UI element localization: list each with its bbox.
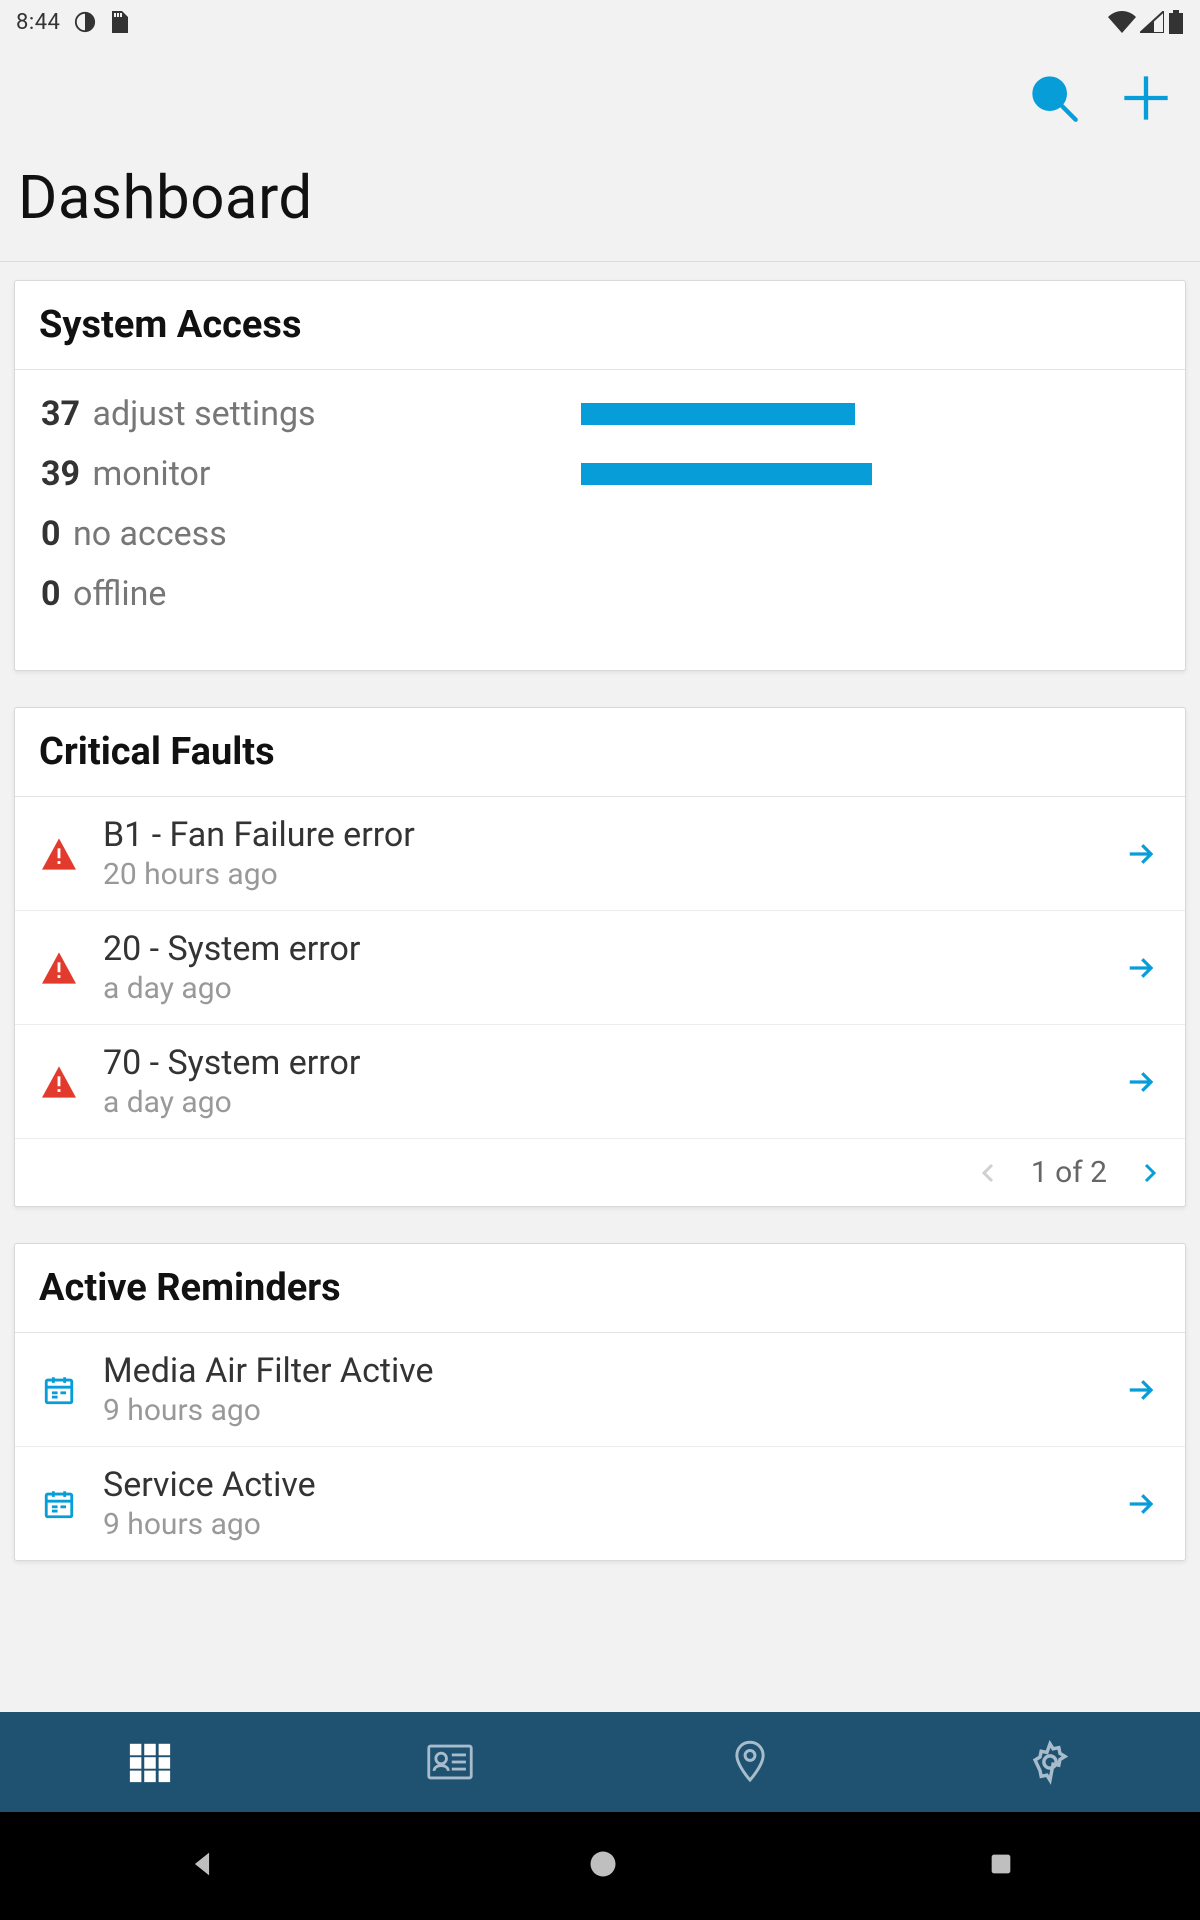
system-access-label: 37 adjust settings	[41, 394, 581, 434]
system-access-label: 39 monitor	[41, 454, 581, 494]
nav-back-icon[interactable]	[185, 1847, 219, 1885]
bottom-tab-bar	[0, 1712, 1200, 1812]
content-scroll: System Access 37 adjust settings 39 monit…	[0, 262, 1200, 1712]
system-access-row: 0 offline	[41, 574, 1159, 614]
list-item-sub: 9 hours ago	[103, 1393, 1097, 1428]
warning-icon	[42, 838, 76, 870]
system-access-label: 0 no access	[41, 514, 581, 554]
tab-contacts[interactable]	[300, 1712, 600, 1812]
list-item-open[interactable]	[1121, 839, 1161, 869]
list-item-title: Service Active	[103, 1465, 1097, 1505]
tab-dashboard[interactable]	[0, 1712, 300, 1812]
active-reminders-header: Active Reminders	[15, 1244, 1185, 1333]
list-item[interactable]: Service Active9 hours ago	[15, 1446, 1185, 1560]
list-item-sub: a day ago	[103, 971, 1097, 1006]
critical-faults-card: Critical Faults B1 - Fan Failure error20…	[14, 707, 1186, 1207]
wifi-icon	[1108, 11, 1136, 33]
critical-faults-pager: 1 of 2	[15, 1138, 1185, 1206]
system-access-header: System Access	[15, 281, 1185, 370]
data-saver-icon	[74, 11, 96, 33]
system-access-bar	[581, 463, 872, 485]
system-access-bar-track	[581, 583, 1141, 605]
cell-signal-icon	[1140, 11, 1164, 33]
tab-location[interactable]	[600, 1712, 900, 1812]
active-reminders-card: Active Reminders Media Air Filter Active…	[14, 1243, 1186, 1561]
warning-icon	[42, 952, 76, 984]
list-item-title: B1 - Fan Failure error	[103, 815, 1097, 855]
system-access-row: 37 adjust settings	[41, 394, 1159, 434]
battery-icon	[1168, 10, 1184, 34]
status-time: 8:44	[16, 10, 60, 35]
arrow-right-icon	[1123, 1067, 1159, 1097]
search-icon[interactable]	[1028, 72, 1080, 128]
pager-next-icon[interactable]	[1137, 1159, 1161, 1187]
list-item[interactable]: 70 - System errora day ago	[15, 1024, 1185, 1138]
list-item[interactable]: B1 - Fan Failure error20 hours ago	[15, 797, 1185, 910]
grid-icon	[127, 1739, 173, 1785]
pager-label: 1 of 2	[1031, 1155, 1107, 1190]
location-pin-icon	[727, 1739, 773, 1785]
critical-faults-header: Critical Faults	[15, 708, 1185, 797]
system-access-row: 0 no access	[41, 514, 1159, 554]
system-access-card: System Access 37 adjust settings 39 monit…	[14, 280, 1186, 671]
system-access-bar-track	[581, 523, 1141, 545]
pager-prev-icon	[977, 1159, 1001, 1187]
list-item-sub: 9 hours ago	[103, 1507, 1097, 1542]
nav-recent-icon[interactable]	[987, 1850, 1015, 1882]
list-item-open[interactable]	[1121, 953, 1161, 983]
calendar-icon	[42, 1373, 76, 1407]
sd-card-icon	[110, 11, 128, 33]
calendar-icon	[42, 1487, 76, 1521]
system-access-label: 0 offline	[41, 574, 581, 614]
list-item[interactable]: Media Air Filter Active9 hours ago	[15, 1333, 1185, 1446]
add-icon[interactable]	[1120, 72, 1172, 128]
arrow-right-icon	[1123, 953, 1159, 983]
list-item-open[interactable]	[1121, 1067, 1161, 1097]
nav-home-icon[interactable]	[588, 1849, 618, 1883]
app-bar: Dashboard	[0, 44, 1200, 262]
list-item-open[interactable]	[1121, 1489, 1161, 1519]
list-item-sub: 20 hours ago	[103, 857, 1097, 892]
system-access-bar	[581, 403, 855, 425]
list-item-open[interactable]	[1121, 1375, 1161, 1405]
status-bar: 8:44	[0, 0, 1200, 44]
tab-settings[interactable]	[900, 1712, 1200, 1812]
arrow-right-icon	[1123, 1489, 1159, 1519]
list-item[interactable]: 20 - System errora day ago	[15, 910, 1185, 1024]
system-access-bar-track	[581, 463, 1141, 485]
list-item-title: Media Air Filter Active	[103, 1351, 1097, 1391]
arrow-right-icon	[1123, 839, 1159, 869]
android-nav-bar	[0, 1812, 1200, 1920]
system-access-row: 39 monitor	[41, 454, 1159, 494]
contacts-icon	[427, 1739, 473, 1785]
page-title: Dashboard	[18, 162, 1182, 233]
list-item-sub: a day ago	[103, 1085, 1097, 1120]
gear-icon	[1027, 1739, 1073, 1785]
warning-icon	[42, 1066, 76, 1098]
list-item-title: 20 - System error	[103, 929, 1097, 969]
list-item-title: 70 - System error	[103, 1043, 1097, 1083]
arrow-right-icon	[1123, 1375, 1159, 1405]
system-access-bar-track	[581, 403, 1141, 425]
